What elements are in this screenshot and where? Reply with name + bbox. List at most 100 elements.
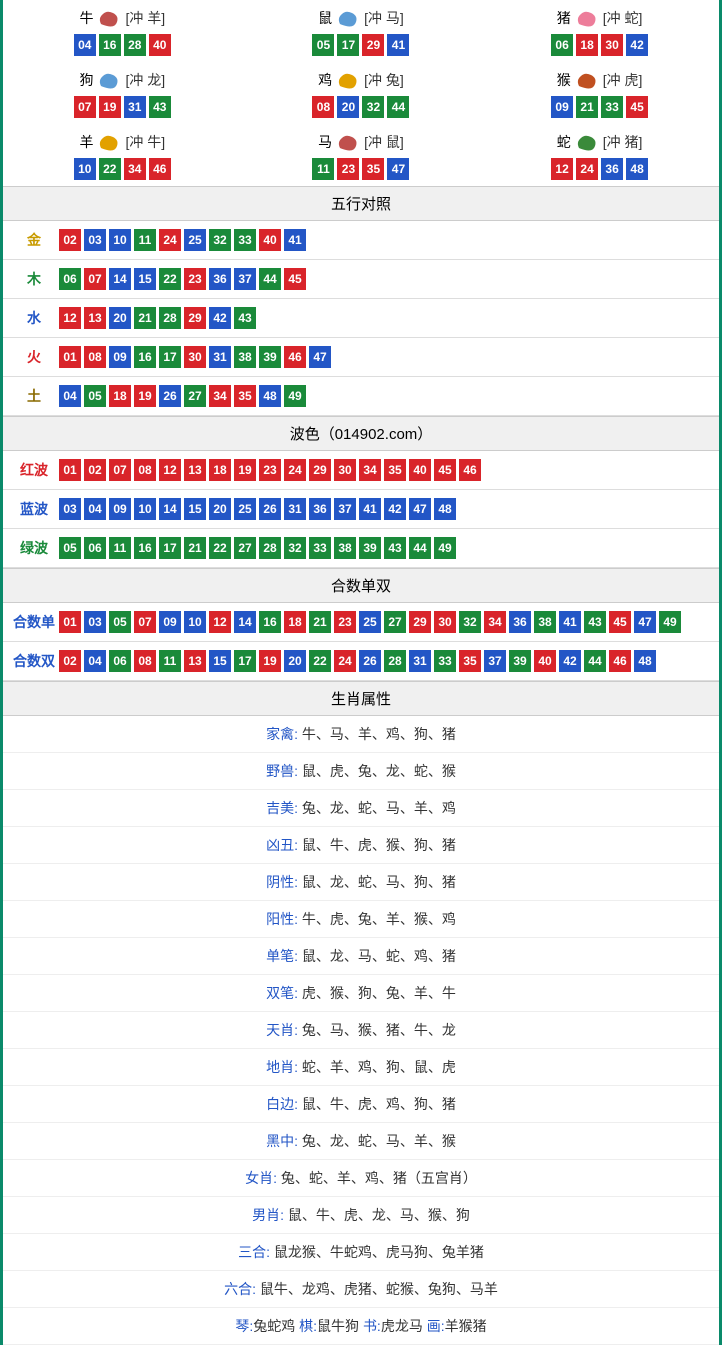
attribute-value: 鼠、龙、马、蛇、鸡、猪 bbox=[302, 948, 456, 964]
number-badge: 30 bbox=[601, 34, 623, 56]
number-badge: 41 bbox=[359, 498, 381, 520]
attribute-row: 六合: 鼠牛、龙鸡、虎猪、蛇猴、兔狗、马羊 bbox=[3, 1271, 719, 1308]
number-badge: 09 bbox=[109, 498, 131, 520]
attribute-value: 牛、虎、兔、羊、猴、鸡 bbox=[302, 911, 456, 927]
row-label: 蓝波 bbox=[9, 499, 59, 519]
number-badge: 24 bbox=[159, 229, 181, 251]
attribute-value: 兔、龙、蛇、马、羊、猴 bbox=[302, 1133, 456, 1149]
row-label: 绿波 bbox=[9, 538, 59, 558]
table-row: 合数双0204060811131517192022242628313335373… bbox=[3, 642, 719, 681]
attribute-value: 羊猴猪 bbox=[445, 1318, 487, 1334]
number-badge: 09 bbox=[159, 611, 181, 633]
number-badge: 09 bbox=[551, 96, 573, 118]
bose-table: 红波0102070812131819232429303435404546蓝波03… bbox=[3, 451, 719, 568]
zodiac-icon bbox=[95, 6, 123, 30]
shuxing-title: 生肖属性 bbox=[3, 681, 719, 716]
number-badge: 14 bbox=[159, 498, 181, 520]
table-row: 水1213202128294243 bbox=[3, 299, 719, 338]
number-badge: 30 bbox=[334, 459, 356, 481]
zodiac-clash: [冲 蛇] bbox=[603, 8, 643, 28]
zodiac-icon bbox=[95, 68, 123, 92]
number-badge: 06 bbox=[109, 650, 131, 672]
zodiac-name: 羊 bbox=[79, 132, 93, 152]
zodiac-cell: 鼠[冲 马]05172941 bbox=[242, 0, 481, 62]
number-badge: 06 bbox=[59, 268, 81, 290]
number-badge: 02 bbox=[59, 650, 81, 672]
attribute-value: 兔、龙、蛇、马、羊、鸡 bbox=[302, 800, 456, 816]
attribute-row: 三合: 鼠龙猴、牛蛇鸡、虎马狗、兔羊猪 bbox=[3, 1234, 719, 1271]
zodiac-clash: [冲 牛] bbox=[125, 132, 165, 152]
zodiac-name: 鼠 bbox=[318, 8, 332, 28]
shuxing-table: 家禽: 牛、马、羊、鸡、狗、猪野兽: 鼠、虎、兔、龙、蛇、猴吉美: 兔、龙、蛇、… bbox=[3, 716, 719, 1345]
number-badge: 40 bbox=[259, 229, 281, 251]
number-badge: 46 bbox=[149, 158, 171, 180]
zodiac-icon bbox=[95, 130, 123, 154]
attribute-row: 吉美: 兔、龙、蛇、马、羊、鸡 bbox=[3, 790, 719, 827]
number-badge: 46 bbox=[609, 650, 631, 672]
number-badge: 33 bbox=[234, 229, 256, 251]
heshu-table: 合数单0103050709101214161821232527293032343… bbox=[3, 603, 719, 681]
attribute-row: 地肖: 蛇、羊、鸡、狗、鼠、虎 bbox=[3, 1049, 719, 1086]
number-badge: 40 bbox=[149, 34, 171, 56]
zodiac-name: 蛇 bbox=[557, 132, 571, 152]
number-badge: 28 bbox=[259, 537, 281, 559]
attribute-row: 白边: 鼠、牛、虎、鸡、狗、猪 bbox=[3, 1086, 719, 1123]
number-badge: 03 bbox=[84, 229, 106, 251]
zodiac-clash: [冲 马] bbox=[364, 8, 404, 28]
number-badge: 22 bbox=[159, 268, 181, 290]
zodiac-cell: 鸡[冲 兔]08203244 bbox=[242, 62, 481, 124]
attribute-value: 鼠、牛、虎、龙、马、猴、狗 bbox=[288, 1207, 470, 1223]
row-label: 红波 bbox=[9, 460, 59, 480]
number-badge: 48 bbox=[434, 498, 456, 520]
number-badge: 08 bbox=[312, 96, 334, 118]
number-badge: 39 bbox=[509, 650, 531, 672]
attribute-label: 地肖: bbox=[266, 1059, 302, 1075]
number-badge: 46 bbox=[459, 459, 481, 481]
zodiac-name: 鸡 bbox=[318, 70, 332, 90]
wuxing-title: 五行对照 bbox=[3, 186, 719, 221]
number-badge: 42 bbox=[384, 498, 406, 520]
number-badge: 14 bbox=[109, 268, 131, 290]
number-badge: 43 bbox=[384, 537, 406, 559]
number-badge: 07 bbox=[74, 96, 96, 118]
attribute-value: 虎龙马 bbox=[381, 1318, 427, 1334]
table-row: 绿波05061116172122272832333839434449 bbox=[3, 529, 719, 568]
number-badge: 35 bbox=[362, 158, 384, 180]
number-badge: 19 bbox=[134, 385, 156, 407]
number-badge: 11 bbox=[134, 229, 156, 251]
zodiac-icon bbox=[334, 68, 362, 92]
zodiac-clash: [冲 猪] bbox=[603, 132, 643, 152]
number-badge: 10 bbox=[74, 158, 96, 180]
attribute-row: 家禽: 牛、马、羊、鸡、狗、猪 bbox=[3, 716, 719, 753]
attribute-label: 单笔: bbox=[266, 948, 302, 964]
number-badge: 36 bbox=[509, 611, 531, 633]
number-badge: 11 bbox=[109, 537, 131, 559]
number-badge: 37 bbox=[484, 650, 506, 672]
row-label: 合数双 bbox=[9, 651, 59, 671]
number-badge: 41 bbox=[559, 611, 581, 633]
number-badge: 25 bbox=[184, 229, 206, 251]
attribute-row: 女肖: 兔、蛇、羊、鸡、猪（五宫肖） bbox=[3, 1160, 719, 1197]
attribute-label: 三合: bbox=[238, 1244, 274, 1260]
number-badge: 08 bbox=[134, 650, 156, 672]
number-badge: 22 bbox=[99, 158, 121, 180]
attribute-value: 鼠、虎、兔、龙、蛇、猴 bbox=[302, 763, 456, 779]
zodiac-clash: [冲 兔] bbox=[364, 70, 404, 90]
zodiac-cell: 猴[冲 虎]09213345 bbox=[480, 62, 719, 124]
number-badge: 31 bbox=[209, 346, 231, 368]
number-badge: 20 bbox=[109, 307, 131, 329]
row-label: 合数单 bbox=[9, 612, 59, 632]
number-badge: 29 bbox=[309, 459, 331, 481]
number-badge: 19 bbox=[99, 96, 121, 118]
table-row: 土04051819262734354849 bbox=[3, 377, 719, 416]
number-badge: 17 bbox=[337, 34, 359, 56]
number-badge: 11 bbox=[312, 158, 334, 180]
number-badge: 21 bbox=[576, 96, 598, 118]
attribute-value: 鼠牛、龙鸡、虎猪、蛇猴、兔狗、马羊 bbox=[260, 1281, 498, 1297]
number-badge: 31 bbox=[284, 498, 306, 520]
zodiac-clash: [冲 龙] bbox=[125, 70, 165, 90]
number-badge: 02 bbox=[59, 229, 81, 251]
attribute-label: 家禽: bbox=[266, 726, 302, 742]
heshu-title: 合数单双 bbox=[3, 568, 719, 603]
number-badge: 03 bbox=[59, 498, 81, 520]
